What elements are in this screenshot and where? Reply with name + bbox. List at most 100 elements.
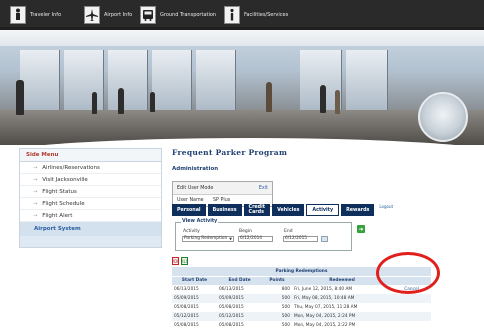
points-cell: 800 (262, 285, 292, 294)
administration-title: Administration (172, 166, 219, 172)
banner-circle-graphic (418, 92, 468, 142)
nav-label: Traveler Info (30, 12, 62, 18)
activity-select[interactable]: Parking Redemption ▼ (182, 236, 234, 242)
banner-person (16, 80, 24, 115)
banner-person (150, 92, 155, 112)
user-name-value: SP Plus (213, 198, 231, 203)
side-menu: Side Menu → Airlines/Reservations → Visi… (19, 148, 162, 248)
go-arrow-button[interactable]: ➜ (357, 225, 365, 233)
nav-ground-transportation[interactable]: Ground Transportation (140, 5, 216, 25)
action-cell (392, 294, 431, 303)
sidebar-item-label: Flight Schedule (42, 200, 85, 207)
tab-personal[interactable]: Personal (172, 204, 206, 216)
sidebar-item-label: Airlines/Reservations (42, 164, 100, 171)
sidebar-item-flight-status[interactable]: → Flight Status (20, 186, 161, 198)
banner-person (266, 82, 272, 112)
logout-link[interactable]: Logout (379, 204, 393, 209)
column-header-points: Points (262, 275, 292, 285)
end-date-cell: 05/12/2015 (217, 312, 262, 321)
arrow-icon: → (33, 188, 38, 195)
action-cell (392, 321, 431, 330)
view-activity-panel: View Activity Activity Begin End Parking… (175, 219, 352, 251)
action-cell (392, 312, 431, 321)
table-row: 05/08/2015 05/08/2015 500 Mon, May 04, 2… (172, 321, 431, 330)
tab-credit-cards[interactable]: Credit Cards (243, 204, 271, 216)
arrow-icon: → (33, 200, 38, 207)
banner-person (335, 90, 340, 114)
end-label: End (284, 229, 293, 234)
sidebar-item-visit-jacksonville[interactable]: → Visit Jacksonville (20, 174, 161, 186)
points-cell: 500 (262, 321, 292, 330)
redeemed-cell: Thu, May 07, 2015, 11:28 AM (292, 303, 392, 312)
calendar-icon[interactable] (321, 236, 328, 242)
nav-label: Ground Transportation (160, 12, 217, 18)
side-menu-title: Side Menu (20, 149, 161, 162)
banner-window (64, 50, 104, 110)
banner-window (108, 50, 148, 110)
redeemed-cell: Mon, May 04, 2015, 2:24 PM (292, 312, 392, 321)
nav-traveler-info[interactable]: Traveler Info (10, 5, 61, 25)
arrow-right-icon: ➜ (358, 225, 364, 233)
banner-window (346, 50, 388, 110)
tab-vehicles[interactable]: Vehicles (272, 204, 305, 216)
start-date-cell: 05/12/2015 (172, 312, 217, 321)
edit-user-mode-label: Edit User Mode (177, 185, 214, 191)
nav-facilities-services[interactable]: Facilities/Services (224, 5, 288, 25)
exit-link[interactable]: Exit (259, 186, 268, 191)
redeemed-cell: Fri, June 12, 2015, 8:40 AM (292, 285, 392, 294)
begin-label: Begin (239, 229, 252, 234)
nav-airport-info[interactable]: Airport Info (84, 5, 132, 25)
banner-person (92, 92, 97, 114)
highlight-circle-annotation (376, 252, 440, 294)
excel-icon[interactable]: XLS (181, 257, 188, 265)
edit-user-mode-row: Edit User Mode Exit (173, 182, 272, 194)
airplane-icon (84, 6, 100, 24)
bus-icon (140, 6, 156, 24)
activity-label: Activity (183, 229, 200, 234)
sidebar-item-label: Visit Jacksonville (42, 176, 88, 183)
column-header-start-date: Start Date (172, 275, 217, 285)
end-date-cell: 05/09/2015 (217, 294, 262, 303)
banner-window (196, 50, 236, 110)
start-date-cell: 06/13/2015 (172, 285, 217, 294)
main-content: Frequent Parker Program Administration E… (172, 148, 482, 330)
hero-banner (0, 30, 484, 145)
points-cell: 500 (262, 312, 292, 321)
profile-tabs: Personal Business Credit Cards Vehicles … (172, 204, 393, 216)
user-name-label: User Name (177, 198, 204, 203)
activity-select-value: Parking Redemption (184, 236, 228, 241)
redeemed-cell: Fri, May 08, 2015, 10:48 AM (292, 294, 392, 303)
tab-activity[interactable]: Activity (306, 204, 340, 216)
view-activity-legend: View Activity (181, 219, 219, 224)
arrow-icon: → (33, 176, 38, 183)
banner-window (152, 50, 192, 110)
sidebar-section-airport-system[interactable]: Airport System (20, 222, 161, 236)
arrow-icon: → (33, 212, 38, 219)
begin-date-input[interactable]: 6/12/2014 (238, 236, 273, 242)
table-row: 05/12/2015 05/12/2015 500 Mon, May 04, 2… (172, 312, 431, 321)
table-row: 05/09/2015 05/09/2015 500 Fri, May 08, 2… (172, 294, 431, 303)
sidebar-item-flight-schedule[interactable]: → Flight Schedule (20, 198, 161, 210)
end-date-input[interactable]: 6/12/2015 (283, 236, 318, 242)
nav-label: Airport Info (104, 12, 133, 18)
banner-person (320, 85, 326, 113)
table-row: 05/08/2015 05/08/2015 500 Thu, May 07, 2… (172, 303, 431, 312)
dropdown-arrow-icon: ▼ (229, 237, 232, 241)
top-navigation: Traveler Info Airport Info Ground Transp… (0, 0, 484, 30)
tab-business[interactable]: Business (207, 204, 242, 216)
arrow-icon: → (33, 164, 38, 171)
points-cell: 500 (262, 303, 292, 312)
banner-window (20, 50, 60, 110)
tab-rewards[interactable]: Rewards (341, 204, 375, 216)
traveler-icon (10, 6, 26, 24)
nav-label: Facilities/Services (244, 12, 289, 18)
redeemed-cell: Mon, May 04, 2015, 2:22 PM (292, 321, 392, 330)
action-cell (392, 303, 431, 312)
sidebar-item-label: Flight Alert (42, 212, 73, 219)
sidebar-item-flight-alert[interactable]: → Flight Alert (20, 210, 161, 222)
info-icon (224, 6, 240, 24)
column-header-end-date: End Date (217, 275, 262, 285)
sidebar-item-airlines-reservations[interactable]: → Airlines/Reservations (20, 162, 161, 174)
pdf-icon[interactable]: PDF (172, 257, 179, 265)
sidebar-item-label: Flight Status (42, 188, 77, 195)
